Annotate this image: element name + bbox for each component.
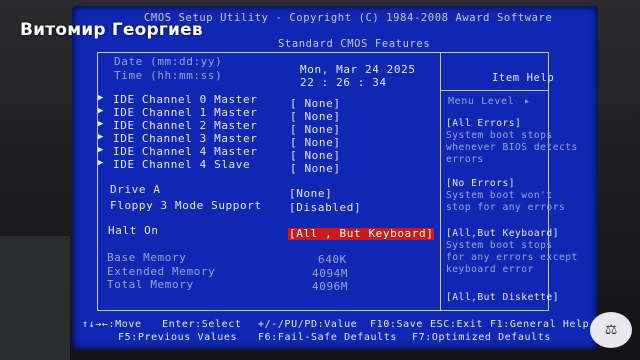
photographer-watermark: Витомир Георгиев [20,20,203,40]
bios-screen: CMOS Setup Utility - Copyright (C) 1984-… [72,6,598,350]
drive-a-value[interactable]: [None] [289,188,332,200]
ide-channel-0-master-value[interactable]: [ None] [290,98,341,110]
key-hint-fail-safe: F6:Fail-Safe Defaults [258,332,398,343]
help-line: [All,But Diskette] [446,292,559,303]
drive-a-label[interactable]: Drive A [110,184,161,196]
help-line: [All,But Keyboard] [446,228,559,239]
time-value[interactable]: 22 : 26 : 34 [300,77,387,89]
ide-channel-1-master-value[interactable]: [ None] [290,111,341,123]
ide-channel-3-master-value[interactable]: [ None] [290,137,341,149]
floppy-3-mode-value[interactable]: [Disabled] [289,202,361,214]
item-help-title: Item Help [492,72,555,84]
key-hint-move: ↑↓→←:Move [82,319,142,330]
help-line: for any errors except [446,252,578,263]
help-line: errors [446,154,484,165]
ide-channel-1-master-label[interactable]: IDE Channel 1 Master [113,107,257,119]
extended-memory-label: Extended Memory [107,265,216,278]
ide-channel-2-master-value[interactable]: [ None] [290,124,341,136]
floppy-3-mode-label[interactable]: Floppy 3 Mode Support [110,200,262,212]
ide-channel-3-master-label[interactable]: IDE Channel 3 Master [113,133,257,145]
key-hint-general-help: F1:General Help [490,319,590,330]
total-memory-label: Total Memory [107,278,194,291]
total-memory-value: 4096M [312,280,349,293]
help-line: System boot won't [446,190,553,201]
halt-on-value-selected[interactable]: [All , But Keyboard] [288,228,435,240]
triangle-right-icon: ▶ [98,132,105,142]
ide-channel-4-master-label[interactable]: IDE Channel 4 Master [113,146,257,158]
ide-channel-4-slave-label[interactable]: IDE Channel 4 Slave [113,159,250,171]
menu-level-label: Menu Level [448,96,515,107]
help-line: System boot stops [446,130,553,141]
key-hint-value: +/-/PU/PD:Value [258,319,358,330]
help-line: stop for any errors [446,202,566,213]
date-value[interactable]: Mon, Mar 24 2025 [300,64,416,76]
ide-channel-4-slave-value[interactable]: [ None] [290,163,341,175]
key-hint-optimized: F7:Optimized Defaults [412,332,552,343]
halt-on-label[interactable]: Halt On [108,225,159,237]
base-memory-label: Base Memory [107,251,187,264]
ide-channel-0-master-label[interactable]: IDE Channel 0 Master [113,94,257,106]
date-label: Date (mm:dd:yy) [114,55,223,68]
scale-badge-icon: ⚖ [590,312,632,348]
help-line: [No Errors] [446,178,516,189]
base-memory-value: 640K [318,253,347,266]
key-hint-previous-values: F5:Previous Values [118,332,238,343]
triangle-right-icon: ▶ [98,158,105,168]
time-label: Time (hh:mm:ss) [114,69,223,82]
ide-channel-4-master-value[interactable]: [ None] [290,150,341,162]
frame-right-line [548,52,549,310]
help-line: [All Errors] [446,118,522,129]
ide-channel-2-master-label[interactable]: IDE Channel 2 Master [113,120,257,132]
triangle-right-icon: ▶ [98,119,105,129]
triangle-right-icon: ▶ [98,93,105,103]
triangle-right-icon: ▶ [98,145,105,155]
frame-left-line [97,52,98,310]
key-hint-exit: ESC:Exit [430,319,483,330]
help-title-separator [440,90,548,91]
header-title: CMOS Setup Utility - Copyright (C) 1984-… [144,12,553,24]
help-line: System boot stops [446,240,553,251]
triangle-right-icon: ▶ [98,106,105,116]
help-line: keyboard error [446,264,534,275]
key-hint-select: Enter:Select [162,319,242,330]
key-hint-save: F10:Save [370,319,423,330]
desk-background [0,236,70,360]
header-subtitle: Standard CMOS Features [278,38,431,50]
menu-level-arrow-icon: ▸ [524,96,531,107]
extended-memory-value: 4094M [312,267,349,280]
help-line: whenever BIOS detects [446,142,578,153]
frame-bottom-line [97,310,549,311]
frame-top-line [97,52,549,53]
